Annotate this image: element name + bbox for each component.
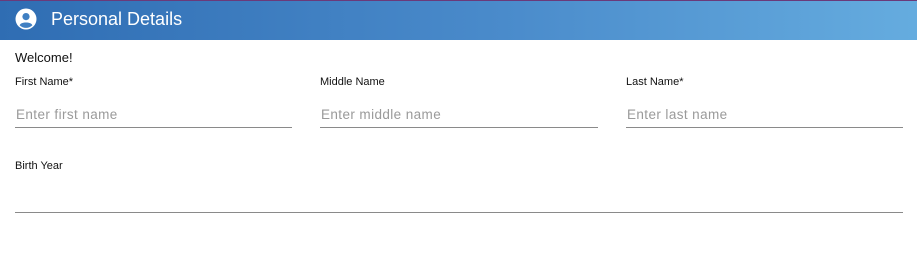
last-name-field[interactable] — [626, 102, 903, 128]
panel-header: Personal Details — [0, 0, 917, 40]
birth-year-label: Birth Year — [15, 160, 63, 172]
last-name-label: Last Name* — [626, 76, 684, 88]
panel-title: Personal Details — [51, 9, 183, 29]
first-name-label: First Name* — [15, 76, 74, 88]
user-circle-icon — [15, 8, 37, 30]
birth-year-field[interactable] — [15, 187, 903, 213]
welcome-text: Welcome! — [15, 50, 73, 65]
middle-name-label: Middle Name — [320, 76, 385, 88]
middle-name-field[interactable] — [320, 102, 598, 128]
first-name-field[interactable] — [15, 102, 292, 128]
